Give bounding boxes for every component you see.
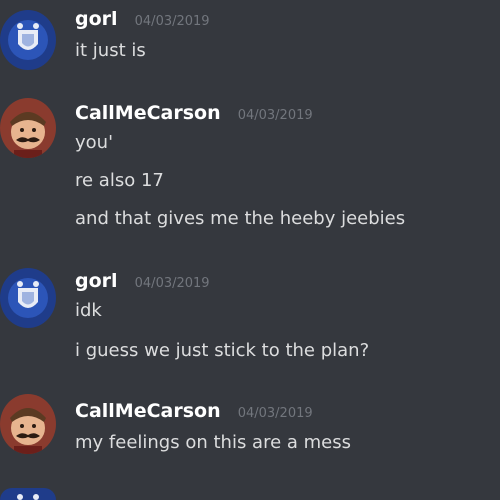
shield-crest-avatar-icon[interactable]: [0, 10, 56, 70]
message-group-callmecarson-2: CallMeCarson 04/03/2019 my feelings on t…: [0, 394, 500, 484]
message-header: CallMeCarson 04/03/2019: [75, 102, 313, 126]
username[interactable]: gorl: [75, 270, 118, 292]
message-text: my feelings on this are a mess: [75, 432, 351, 453]
message-header: gorl 04/03/2019: [75, 270, 210, 294]
message-text: you': [75, 132, 114, 153]
chat-message-list: gorl 04/03/2019 it just is CallMeCarson …: [0, 0, 500, 500]
message-group-callmecarson-1: CallMeCarson 04/03/2019 you' re also 17 …: [0, 92, 500, 252]
message-text: it just is: [75, 40, 146, 61]
shield-crest-avatar-icon[interactable]: [0, 268, 56, 328]
shield-crest-avatar-icon[interactable]: [0, 488, 56, 500]
timestamp: 04/03/2019: [237, 108, 313, 123]
message-text: idk: [75, 300, 102, 321]
mustache-face-avatar-icon[interactable]: [0, 98, 56, 158]
username[interactable]: CallMeCarson: [75, 400, 221, 422]
timestamp: 04/03/2019: [134, 14, 210, 29]
username[interactable]: CallMeCarson: [75, 102, 221, 124]
username[interactable]: gorl: [75, 8, 118, 30]
timestamp: 04/03/2019: [134, 276, 210, 291]
message-text: i guess we just stick to the plan?: [75, 340, 370, 361]
message-group-gorl-1: gorl 04/03/2019 it just is: [0, 0, 500, 80]
mustache-face-avatar-icon[interactable]: [0, 394, 56, 454]
message-header: gorl 04/03/2019: [75, 8, 210, 32]
message-header: CallMeCarson 04/03/2019: [75, 400, 313, 424]
timestamp: 04/03/2019: [237, 406, 313, 421]
message-text: and that gives me the heeby jeebies: [75, 208, 406, 229]
message-text: re also 17: [75, 170, 164, 191]
message-group-gorl-2: gorl 04/03/2019 idk i guess we just stic…: [0, 262, 500, 372]
